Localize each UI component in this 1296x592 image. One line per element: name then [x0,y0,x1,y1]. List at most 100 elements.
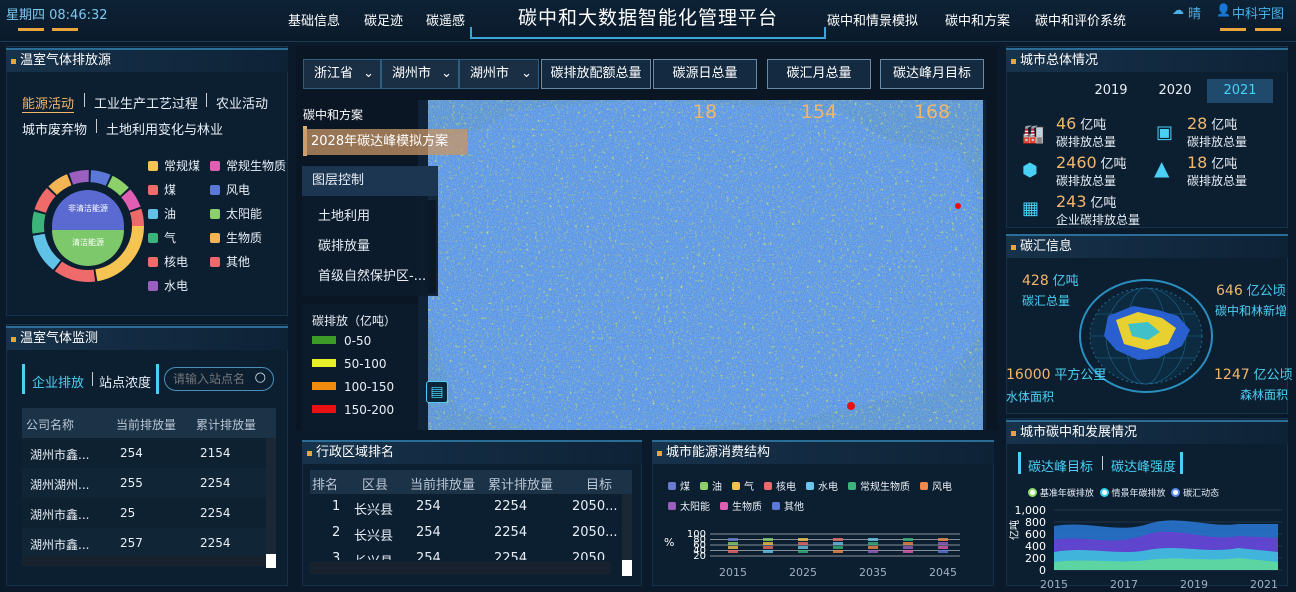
legend-item[interactable]: 风电 [210,181,250,198]
nav-underline-decor [0,28,1296,32]
table-row[interactable]: 湖州市鑫... 25 2254 [22,498,266,528]
table-row[interactable]: 湖州市鑫... 257 2254 [22,528,266,558]
year-2021[interactable]: 2021 [1207,79,1273,103]
nav-carbon-footprint[interactable]: 碳足迹 [364,10,403,29]
province-select[interactable]: 浙江省 ⌄ [303,59,381,89]
energy-bar-segment [728,546,738,549]
carbon-emission-map[interactable] [418,100,986,430]
chevron-down-icon: ⌄ [521,66,532,81]
tab-energy[interactable]: 能源活动 [22,93,75,113]
legend-item[interactable]: 太阳能 [210,205,262,222]
nav-evaluation-system[interactable]: 碳中和评价系统 [1035,10,1126,29]
stat-3-value: 2460 [1056,153,1097,172]
nav-basic-info[interactable]: 基础信息 [288,10,340,29]
legend-item[interactable]: 生物质 [210,229,262,246]
energy-legend-swatch [720,502,728,510]
table-row[interactable]: 湖州湖州... 255 2254 [22,468,266,498]
dev-y-label: 亿吨 [1008,520,1021,540]
tab-enterprise-emission[interactable]: 企业排放 [32,372,84,391]
legend-item[interactable]: 常规煤 [148,157,200,174]
energy-legend-label: 常规生物质 [860,482,910,493]
tab-industry[interactable]: 工业生产工艺过程 [94,93,198,112]
city2-select[interactable]: 湖州市 ⌄ [459,59,539,89]
stat-4-value: 18 [1187,153,1208,172]
city-select[interactable]: 湖州市 ⌄ [381,59,459,89]
energy-legend-item[interactable]: 风电 [920,478,952,498]
energy-legend-item[interactable]: 其他 [772,498,804,518]
legend-item[interactable]: 常规生物质 [210,157,286,174]
legend-item[interactable]: 水电 [148,277,188,294]
tab-station-concentration[interactable]: 站点浓度 [99,372,151,391]
layer-scrollbar[interactable] [428,200,436,294]
chevron-down-icon: ⌄ [441,66,452,81]
legend-item[interactable]: 核电 [148,253,188,270]
tab-land-use[interactable]: 土地利用变化与林业 [106,119,223,138]
energy-legend-item[interactable]: 煤 [668,478,690,498]
sink-forest-area-unit: 亿公顷 [1253,368,1293,383]
search-icon[interactable]: ○ [255,370,266,385]
dev-title: 城市碳中和发展情况 [1006,420,1288,444]
year-2020[interactable]: 2020 [1143,79,1207,103]
company-table-scrollbar[interactable] [266,438,276,568]
energy-bar-segment [798,546,808,549]
layer-emission[interactable]: 碳排放量 [318,235,370,254]
user-name[interactable]: 中科宇图 [1232,3,1284,22]
user-icon[interactable]: 👤 [1216,3,1231,17]
sink-water-area-unit: 平方公里 [1054,368,1107,383]
rank-row[interactable]: 3 长兴县 254 2254 2050... [310,546,622,560]
layer-nature-reserve[interactable]: 首级自然保护区-... [318,265,430,284]
sink-new-forest-value: 646 [1216,283,1243,299]
dev-legend-scenario: 情景年碳排放 [1111,489,1166,499]
tab-peak-intensity[interactable]: 碳达峰强度 [1111,456,1176,475]
briefcase-icon: ▣ [1156,122,1174,143]
station-search-box[interactable]: ○ [164,367,274,391]
energy-legend-label: 其他 [784,502,804,513]
cell-company: 湖州湖州... [30,478,90,492]
layer-land-use[interactable]: 土地利用 [318,205,370,224]
energy-bar-segment [868,546,878,549]
tab-accent [1180,452,1183,474]
dev-y-tick: 0 [1039,564,1046,577]
legend-item[interactable]: 油 [148,205,176,222]
legend-label: 生物质 [226,231,263,245]
energy-legend-swatch [806,482,814,490]
sink-water-area: 16000 平方公里 [1006,364,1106,383]
year-2019[interactable]: 2019 [1079,79,1143,103]
energy-bar-segment [798,542,808,545]
energy-legend-item[interactable]: 常规生物质 [848,478,910,498]
stat-2: 28 亿吨 碳排放总量 [1187,114,1247,150]
map-legend-label: 0-50 [344,334,372,348]
legend-item[interactable]: 其他 [210,253,250,270]
city-overview-title: 城市总体情况 [1006,48,1288,72]
table-row[interactable]: 湖州市鑫... 254 2154 [22,438,266,468]
legend-label: 油 [164,207,177,221]
legend-item[interactable]: 气 [148,229,176,246]
company-table-hscroll[interactable] [22,556,266,566]
legend-item[interactable]: 煤 [148,181,176,198]
rank-row[interactable]: 2 长兴县 254 2254 2050... [310,520,622,546]
energy-legend-item[interactable]: 水电 [806,478,838,498]
map-legend-swatch [312,336,336,344]
energy-legend-item[interactable]: 气 [732,478,754,498]
datetime: 星期四 08:46:32 [6,8,108,23]
energy-legend-item[interactable]: 核电 [764,478,796,498]
energy-legend-item[interactable]: 油 [700,478,722,498]
tab-peak-target[interactable]: 碳达峰目标 [1028,456,1093,475]
plan-select[interactable]: 2028年碳达峰模拟方案 [303,129,467,155]
rank-table-hscroll[interactable] [310,562,610,574]
map-legend-item: 50-100 [312,357,387,371]
tab-urban-waste[interactable]: 城市废弃物 [22,119,87,138]
nav-carbon-plan[interactable]: 碳中和方案 [945,10,1010,29]
nav-scenario-simulation[interactable]: 碳中和情景模拟 [827,10,918,29]
energy-bar-segment [903,546,913,549]
legend-swatch [148,257,158,267]
energy-legend-item[interactable]: 生物质 [720,498,762,518]
dev-x-tick: 2015 [1040,578,1068,591]
rank-row[interactable]: 1 长兴县 254 2254 2050... [310,494,622,520]
tab-agriculture[interactable]: 农业活动 [216,93,268,112]
station-search-input[interactable] [173,371,253,387]
rank-table-scrollbar[interactable] [622,494,632,576]
calendar-icon[interactable]: ▤ [426,381,448,403]
cell-current: 25 [120,506,136,520]
energy-legend-item[interactable]: 太阳能 [668,498,710,518]
